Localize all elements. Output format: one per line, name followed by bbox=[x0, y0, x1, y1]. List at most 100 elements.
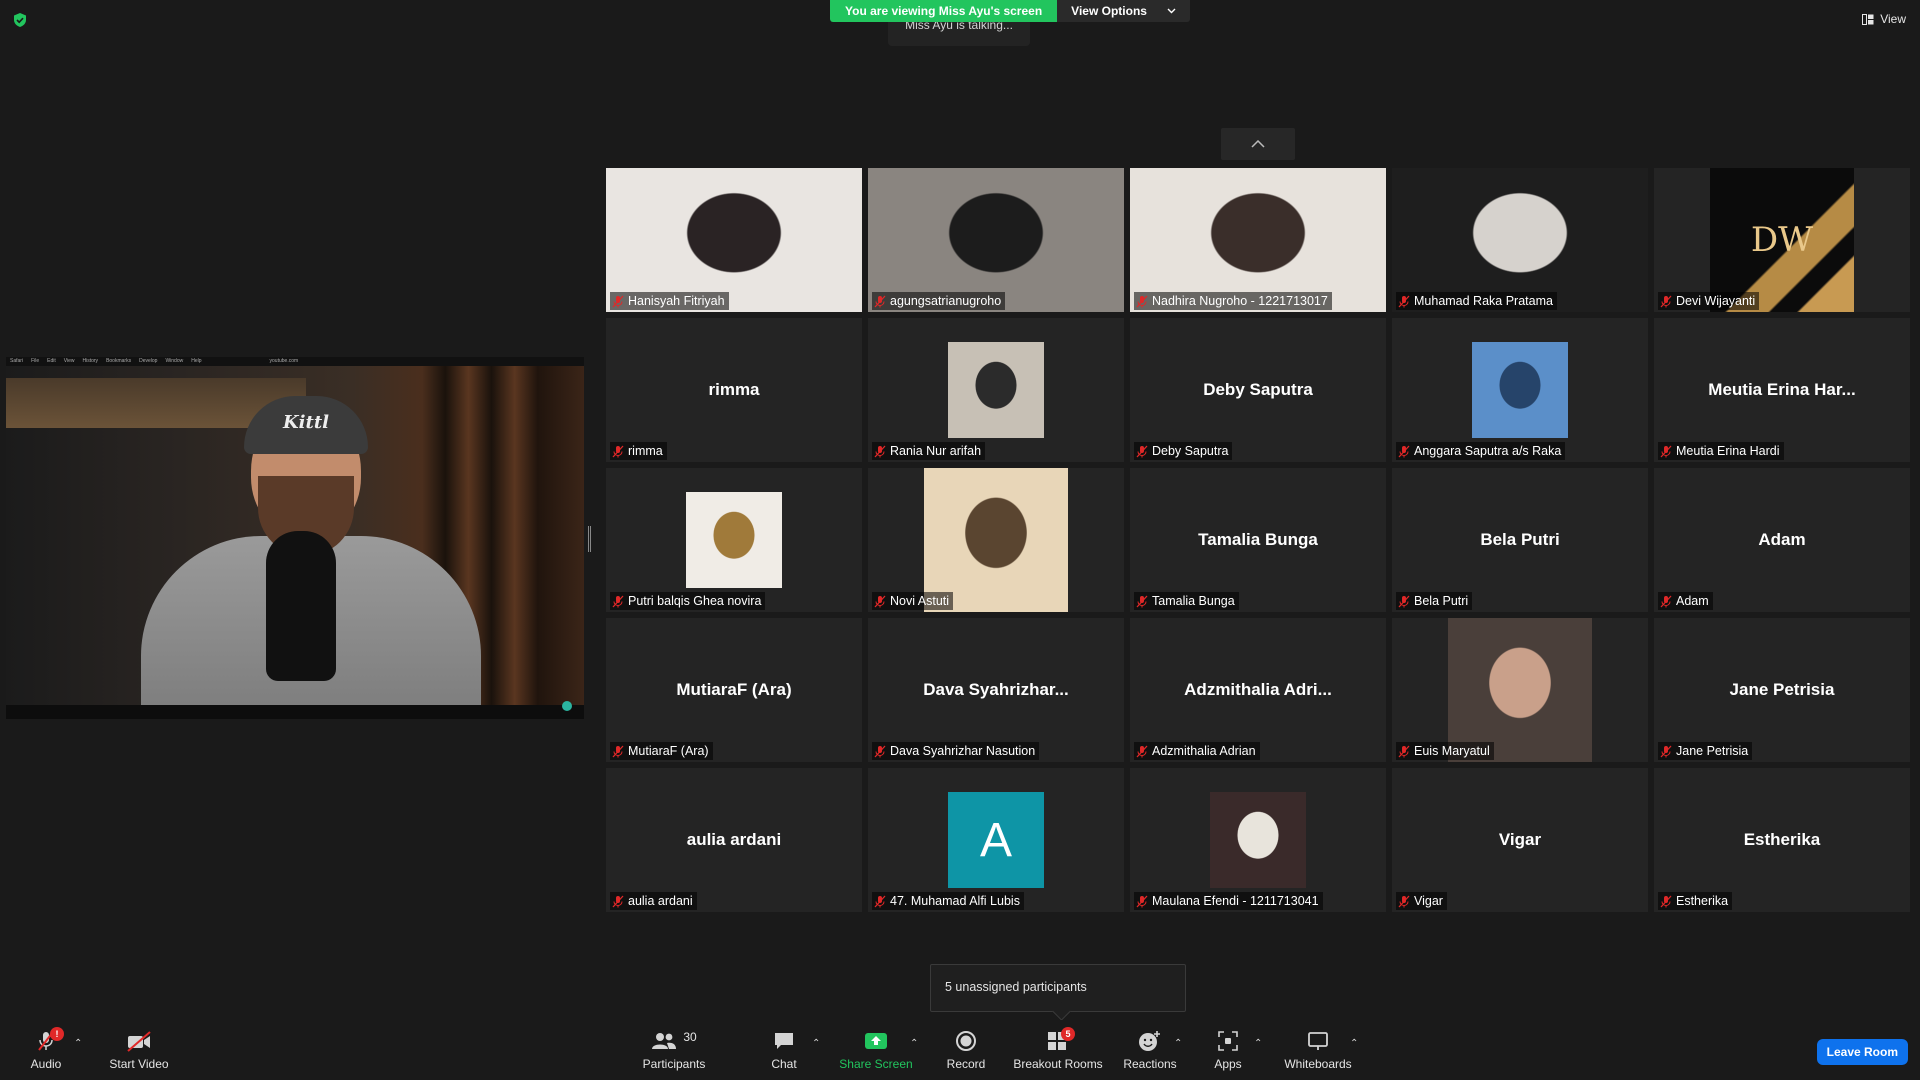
participant-name: Anggara Saputra a/s Raka bbox=[1414, 444, 1562, 458]
mic-muted-icon bbox=[1136, 595, 1148, 607]
participant-name-label: 47. Muhamad Alfi Lubis bbox=[872, 892, 1024, 910]
participant-name-label: Novi Astuti bbox=[872, 592, 954, 610]
share-options-caret[interactable]: ⌃ bbox=[910, 1038, 918, 1049]
whiteboards-button[interactable]: Whiteboards bbox=[1280, 1020, 1356, 1080]
apps-options-caret[interactable]: ⌃ bbox=[1254, 1038, 1262, 1049]
audio-options-caret[interactable]: ⌃ bbox=[74, 1038, 82, 1049]
mic-muted-icon bbox=[874, 595, 886, 607]
view-button[interactable]: View bbox=[1862, 12, 1906, 26]
participant-tile[interactable]: MutiaraF (Ara) MutiaraF (Ara) bbox=[606, 618, 862, 762]
chevron-down-icon bbox=[1167, 8, 1176, 14]
participant-tile[interactable]: Nadhira Nugroho - 1221713017 bbox=[1130, 168, 1386, 312]
reactions-label: Reactions bbox=[1123, 1057, 1177, 1071]
participant-display-name: Meutia Erina Har... bbox=[1708, 380, 1856, 399]
participant-tile[interactable]: Rania Nur arifah bbox=[868, 318, 1124, 462]
participant-name-label: rimma bbox=[610, 442, 667, 460]
breakout-rooms-button[interactable]: 5 Breakout Rooms bbox=[1012, 1020, 1104, 1080]
participant-name: Meutia Erina Hardi bbox=[1676, 444, 1780, 458]
participant-tile[interactable]: Hanisyah Fitriyah bbox=[606, 168, 862, 312]
participant-name-label: Muhamad Raka Pratama bbox=[1396, 292, 1557, 310]
participant-name-label: Rania Nur arifah bbox=[872, 442, 986, 460]
participants-button[interactable]: 30 Participants bbox=[636, 1020, 712, 1080]
resize-splitter-handle[interactable] bbox=[588, 526, 591, 552]
menu-item: File bbox=[31, 358, 40, 364]
reactions-options-caret[interactable]: ⌃ bbox=[1174, 1038, 1182, 1049]
participant-display-name: rimma bbox=[708, 380, 760, 399]
chat-options-caret[interactable]: ⌃ bbox=[812, 1038, 820, 1049]
chevron-up-icon bbox=[1251, 140, 1265, 148]
participant-tile[interactable]: Deby Saputra Deby Saputra bbox=[1130, 318, 1386, 462]
participant-tile[interactable]: Estherika Estherika bbox=[1654, 768, 1910, 912]
participant-name: aulia ardani bbox=[628, 894, 693, 908]
cap-logo-text: Kittl bbox=[283, 412, 329, 433]
participant-tile[interactable]: Anggara Saputra a/s Raka bbox=[1392, 318, 1648, 462]
participant-name-label: Hanisyah Fitriyah bbox=[610, 292, 729, 310]
whiteboards-options-caret[interactable]: ⌃ bbox=[1350, 1038, 1358, 1049]
participant-display-name: Bela Putri bbox=[1480, 530, 1560, 549]
mic-muted-icon bbox=[612, 745, 624, 757]
participant-gallery: Hanisyah Fitriyah agungsatrianugroho Nadhi… bbox=[606, 168, 1910, 912]
participant-name: MutiaraF (Ara) bbox=[628, 744, 709, 758]
participant-name: Nadhira Nugroho - 1221713017 bbox=[1152, 294, 1328, 308]
participant-tile[interactable]: Tamalia Bunga Tamalia Bunga bbox=[1130, 468, 1386, 612]
participant-tile[interactable]: Meutia Erina Har... Meutia Erina Hardi bbox=[1654, 318, 1910, 462]
participant-name: Maulana Efendi - 1211713041 bbox=[1152, 894, 1319, 908]
audio-button[interactable]: ! Audio bbox=[26, 1020, 66, 1080]
participant-tile[interactable]: DW Devi Wijayanti bbox=[1654, 168, 1910, 312]
participant-tile[interactable]: agungsatrianugroho bbox=[868, 168, 1124, 312]
mic-muted-icon bbox=[612, 895, 624, 907]
shared-screen[interactable]: Safari File Edit View History Bookmarks … bbox=[6, 357, 584, 719]
share-screen-button[interactable]: Share Screen bbox=[838, 1020, 914, 1080]
start-video-label: Start Video bbox=[109, 1057, 169, 1071]
menu-item: Develop bbox=[139, 358, 158, 364]
participant-name-label: agungsatrianugroho bbox=[872, 292, 1006, 310]
participant-display-name: Vigar bbox=[1498, 830, 1542, 849]
participant-tile[interactable]: Vigar Vigar bbox=[1392, 768, 1648, 912]
menu-item: View bbox=[63, 358, 75, 364]
view-options-button[interactable]: View Options bbox=[1057, 0, 1190, 22]
participant-tile[interactable]: rimma rimma bbox=[606, 318, 862, 462]
participant-tile[interactable]: Dava Syahrizhar... Dava Syahrizhar Nasuti… bbox=[868, 618, 1124, 762]
participant-tile[interactable]: Bela Putri Bela Putri bbox=[1392, 468, 1648, 612]
record-label: Record bbox=[946, 1057, 986, 1071]
participant-logo: DW bbox=[1710, 168, 1854, 312]
participant-tile[interactable]: Adam Adam bbox=[1654, 468, 1910, 612]
participant-name-label: Maulana Efendi - 1211713041 bbox=[1134, 892, 1323, 910]
share-screen-label: Share Screen bbox=[839, 1057, 913, 1071]
participant-tile[interactable]: Maulana Efendi - 1211713041 bbox=[1130, 768, 1386, 912]
chat-button[interactable]: Chat bbox=[764, 1020, 804, 1080]
reactions-button[interactable]: Reactions bbox=[1123, 1020, 1177, 1080]
start-video-button[interactable]: Start Video bbox=[104, 1020, 174, 1080]
participant-tile[interactable]: Muhamad Raka Pratama bbox=[1392, 168, 1648, 312]
mic-muted-icon bbox=[874, 745, 886, 757]
participant-display-name: Estherika bbox=[1743, 830, 1821, 849]
participant-display-name: Dava Syahrizhar... bbox=[923, 680, 1069, 699]
participant-tile[interactable]: Euis Maryatul bbox=[1392, 618, 1648, 762]
record-button[interactable]: Record bbox=[940, 1020, 992, 1080]
participant-profile-photo bbox=[1448, 618, 1592, 762]
participant-name-label: Putri balqis Ghea novira bbox=[610, 592, 766, 610]
participant-display-name: MutiaraF (Ara) bbox=[676, 680, 792, 699]
participant-name-label: Deby Saputra bbox=[1134, 442, 1233, 460]
participant-display-name: Tamalia Bunga bbox=[1198, 530, 1318, 549]
participant-name: Rania Nur arifah bbox=[890, 444, 982, 458]
participant-tile[interactable]: Jane Petrisia Jane Petrisia bbox=[1654, 618, 1910, 762]
participant-name-label: Anggara Saputra a/s Raka bbox=[1396, 442, 1566, 460]
apps-button[interactable]: Apps bbox=[1208, 1020, 1248, 1080]
mic-muted-icon bbox=[874, 295, 886, 307]
security-shield-icon[interactable] bbox=[12, 12, 28, 28]
participant-tile[interactable]: Adzmithalia Adri... Adzmithalia Adrian bbox=[1130, 618, 1386, 762]
participant-name-label: Meutia Erina Hardi bbox=[1658, 442, 1784, 460]
unassigned-participants-tooltip[interactable]: 5 unassigned participants bbox=[930, 964, 1186, 1012]
participant-tile[interactable]: aulia ardani aulia ardani bbox=[606, 768, 862, 912]
participant-tile[interactable]: Putri balqis Ghea novira bbox=[606, 468, 862, 612]
mic-muted-icon bbox=[1660, 895, 1672, 907]
participant-name-label: Vigar bbox=[1396, 892, 1447, 910]
leave-room-button[interactable]: Leave Room bbox=[1816, 1039, 1908, 1065]
collapse-gallery-button[interactable] bbox=[1221, 128, 1295, 160]
participant-name: agungsatrianugroho bbox=[890, 294, 1002, 308]
participant-tile[interactable]: Novi Astuti bbox=[868, 468, 1124, 612]
participant-display-name: Adam bbox=[1758, 530, 1806, 549]
participant-name-label: Adzmithalia Adrian bbox=[1134, 742, 1260, 760]
participant-tile[interactable]: A 47. Muhamad Alfi Lubis bbox=[868, 768, 1124, 912]
